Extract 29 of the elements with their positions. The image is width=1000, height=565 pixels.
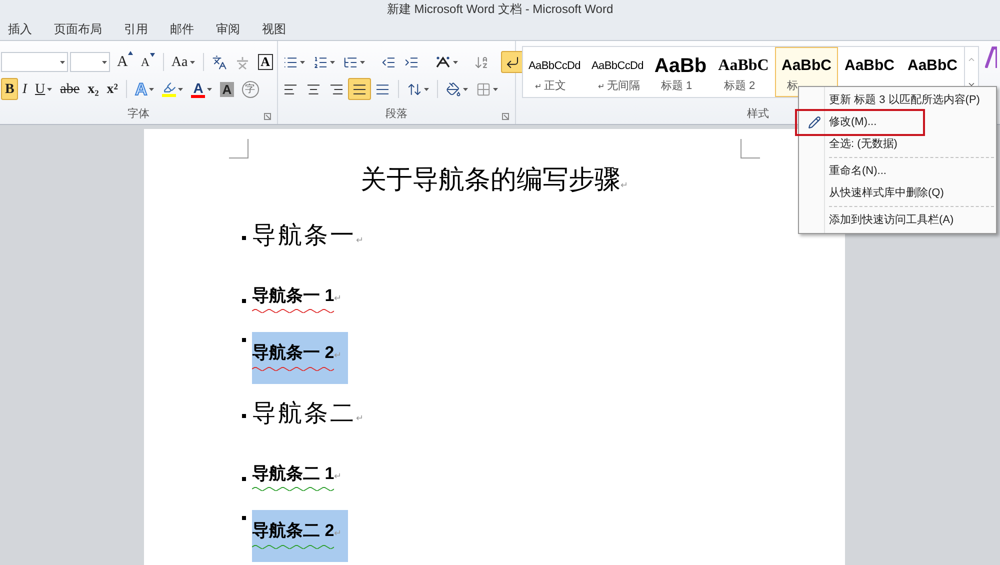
style-preview: AaBbCcDd — [591, 59, 644, 74]
style-preview: AaBbC — [907, 56, 958, 76]
subheading-text: 导航条二 — [252, 398, 356, 428]
subheading-text: 导航条一 2 — [252, 340, 334, 370]
style-preview: AaBb — [654, 54, 707, 78]
subheading-text: 导航条二 1 — [252, 460, 334, 492]
group-label: 段落 — [386, 106, 408, 122]
subheading-text: 导航条二 2 — [252, 518, 334, 548]
style-preview: AaBbC — [781, 56, 832, 76]
subheading: 导航条一 2↵ — [252, 332, 348, 384]
subheading: 导航条二 1↵ — [252, 460, 342, 492]
style-preview: AaBbC — [844, 56, 894, 76]
subheading: 导航条一 1↵ — [252, 282, 342, 314]
window-title: 新建 Microsoft Word 文档 - Microsoft Word — [386, 1, 614, 18]
style-name: 标题 1 — [660, 79, 692, 94]
document-title: 关于导航条的编写步骤↵ — [360, 162, 628, 196]
subheading-text: 导航条一 — [252, 220, 356, 250]
group-label: 字体 — [128, 106, 150, 122]
group-label: 样式 — [747, 106, 769, 122]
subheading: 导航条二 2↵ — [252, 510, 348, 562]
subheading-text: 导航条一 1 — [252, 282, 334, 314]
style-name: ↵ 无间隔 — [597, 79, 640, 94]
heading: 导航条一↵ — [252, 218, 366, 258]
style-preview: AaBbC — [718, 56, 769, 76]
style-name: 标 — [786, 79, 798, 94]
style-preview: AaBbCcDd — [528, 59, 580, 74]
heading: 导航条二↵ — [252, 396, 366, 436]
style-name: 标题 2 — [723, 79, 756, 94]
style-name: ↵ 正文 — [534, 78, 566, 94]
